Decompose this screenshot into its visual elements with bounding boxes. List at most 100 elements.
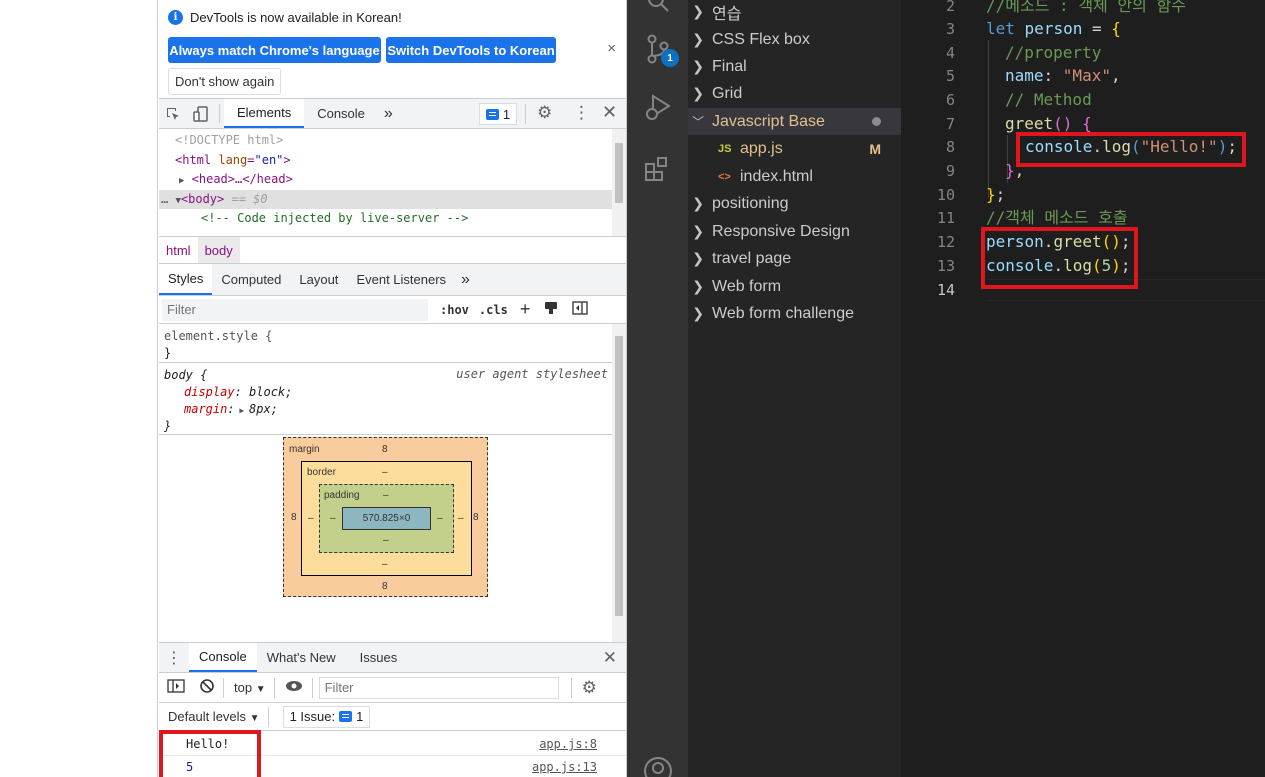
code-line: 11 //객체 메소드 호출 [936,208,1128,227]
expand-triangle-icon[interactable]: ▶ [179,176,184,186]
drawer-tab-whats-new[interactable]: What's New [257,643,346,672]
extensions-icon[interactable] [643,154,673,184]
code-line: 12 person.greet(); [936,232,1131,251]
clear-console-icon[interactable] [199,678,215,697]
console-settings-gear-icon[interactable]: ⚙ [582,678,597,698]
run-debug-icon[interactable] [643,92,673,122]
dom-node-doctype[interactable]: <!DOCTYPE html> [159,131,626,151]
more-tabs-icon[interactable]: » [378,99,399,128]
devtools-main-tabbar: Elements Console » 1 ⚙ ⋮ ✕ [159,99,626,129]
drawer-tab-console[interactable]: Console [189,643,257,672]
add-rule-icon[interactable]: + [520,299,531,320]
chevron-right-icon: ❯ [692,278,704,294]
body-ua-rule[interactable]: body { user agent stylesheet display: bl… [159,363,626,435]
box-model-padding[interactable]: padding – – – – 570.825×0 [319,484,454,553]
explorer-folder-javascript-base[interactable]: ﹀ Javascript Base [688,108,901,135]
dom-node-html[interactable]: <html lang="en"> [159,151,626,171]
live-expression-eye-icon[interactable] [285,680,303,695]
element-style-rule[interactable]: element.style { } [159,324,626,363]
explorer-folder-responsive-design[interactable]: ❯ Responsive Design [688,218,901,245]
explorer-folder-css-flex-box[interactable]: ❯ CSS Flex box [688,26,901,53]
infobar-message: DevTools is now available in Korean! [190,10,402,25]
explorer-folder-grid[interactable]: ❯ Grid [688,80,901,107]
source-control-badge: 1 [661,49,679,67]
explorer-folder-travel-page[interactable]: ❯ travel page [688,245,901,272]
breadcrumb-html[interactable]: html [159,237,198,263]
code-line: 13 console.log(5); [936,256,1131,275]
show-sidebar-icon[interactable] [167,679,185,696]
log-levels-dropdown[interactable]: Default levels ▼ [168,709,260,724]
issues-chip-button[interactable]: 1 Issue: 1 [282,705,371,728]
inspect-element-icon[interactable] [159,99,187,128]
dom-tree-scrollbar[interactable] [612,129,626,236]
box-model-border[interactable]: border – – – – padding – – – – 570.825×0 [301,461,472,576]
styles-tabbar: Styles Computed Layout Event Listeners » [159,264,626,296]
more-options-icon[interactable]: ⋮ [573,103,590,123]
box-model-content[interactable]: 570.825×0 [342,507,431,530]
hov-toggle[interactable]: :hov [440,303,469,317]
explorer-folder-web-form[interactable]: ❯ Web form [688,273,901,300]
language-infobar: i DevTools is now available in Korean! A… [159,0,626,99]
code-line: 3 let person = { [945,19,1121,38]
console-source-link[interactable]: app.js:8 [539,737,597,751]
paint-brush-icon[interactable] [544,301,558,318]
search-icon[interactable] [643,0,673,16]
console-source-link[interactable]: app.js:13 [532,760,597,774]
toggle-sidebar-icon[interactable] [572,301,588,318]
tab-styles[interactable]: Styles [159,264,213,295]
drawer-tab-issues[interactable]: Issues [346,643,412,672]
dom-node-head[interactable]: ▶ <head>…</head> [159,170,626,190]
expand-shorthand-icon[interactable]: ▶ [235,406,249,415]
drawer-menu-icon[interactable]: ⋮ [159,643,189,672]
close-drawer-icon[interactable]: ✕ [603,648,617,668]
styles-filter-input[interactable]: Filter [162,298,428,321]
tab-console[interactable]: Console [304,99,378,128]
accounts-icon[interactable] [643,756,673,777]
explorer-folder-web-form-challenge[interactable]: ❯ Web form challenge [688,300,901,327]
close-devtools-icon[interactable]: ✕ [602,102,617,123]
dom-node-comment[interactable]: <!-- Code injected by live-server --> [159,209,626,229]
settings-gear-icon[interactable]: ⚙ [537,103,552,123]
html-file-icon: <> [718,170,731,183]
dont-show-again-button[interactable]: Don't show again [168,68,282,95]
issues-counter-button[interactable]: 1 [479,103,517,125]
tab-elements[interactable]: Elements [224,99,305,128]
console-toolbar: top ▼ Filter ⚙ [159,673,626,703]
chevron-right-icon: ❯ [692,31,704,47]
dom-node-body[interactable]: … ▼<body> == $0 [159,189,626,209]
chevron-right-icon: ❯ [692,305,704,321]
device-toolbar-icon[interactable] [187,99,215,128]
more-style-tabs-icon[interactable]: » [455,264,476,295]
code-editor[interactable]: 2 //메소드 : 객체 안의 함수 3 let person = { 4 //… [901,0,1265,777]
browser-page-viewport [0,0,158,777]
close-infobar-icon[interactable]: × [607,40,616,57]
node-actions-icon[interactable]: … [161,192,168,206]
chevron-right-icon: ❯ [692,3,704,19]
match-language-button[interactable]: Always match Chrome's language [168,37,381,63]
tab-event-listeners[interactable]: Event Listeners [347,264,455,295]
devtools-panel: i DevTools is now available in Korean! A… [159,0,627,777]
cls-toggle[interactable]: .cls [479,303,508,317]
explorer-folder-연습[interactable]: ❯ 연습 [688,0,901,25]
chevron-right-icon: ❯ [692,85,704,101]
context-selector[interactable]: top ▼ [234,680,266,695]
chevron-right-icon: ❯ [692,195,704,211]
console-filter-input[interactable]: Filter [318,676,559,699]
explorer-folder-final[interactable]: ❯ Final [688,53,901,80]
explorer-file-app-js[interactable]: JS app.js M [688,135,901,162]
tab-computed[interactable]: Computed [212,264,290,295]
drawer-tabbar: ⋮ Console What's New Issues ✕ [159,642,626,673]
styles-scrollbar[interactable] [612,324,626,666]
message-icon [339,711,353,722]
switch-language-button[interactable]: Switch DevTools to Korean [386,37,556,63]
box-model-margin[interactable]: margin 8 8 8 8 border – – – – padding – … [283,437,488,597]
breadcrumb-body[interactable]: body [197,237,240,263]
explorer-folder-positioning[interactable]: ❯ positioning [688,190,901,217]
explorer-sidebar: ❯ 연습 ❯ CSS Flex box ❯ Final ❯ Grid ﹀ Jav… [688,0,901,777]
explorer-file-index-html[interactable]: <> index.html [688,163,901,190]
vscode-window: 1 ❯ 연습 ❯ CSS Flex box ❯ Final ❯ Grid ﹀ J… [627,0,1265,777]
code-line: 14 [936,281,955,299]
issues-count: 1 [502,106,511,122]
chevron-right-icon: ❯ [692,58,704,74]
tab-layout[interactable]: Layout [290,264,347,295]
